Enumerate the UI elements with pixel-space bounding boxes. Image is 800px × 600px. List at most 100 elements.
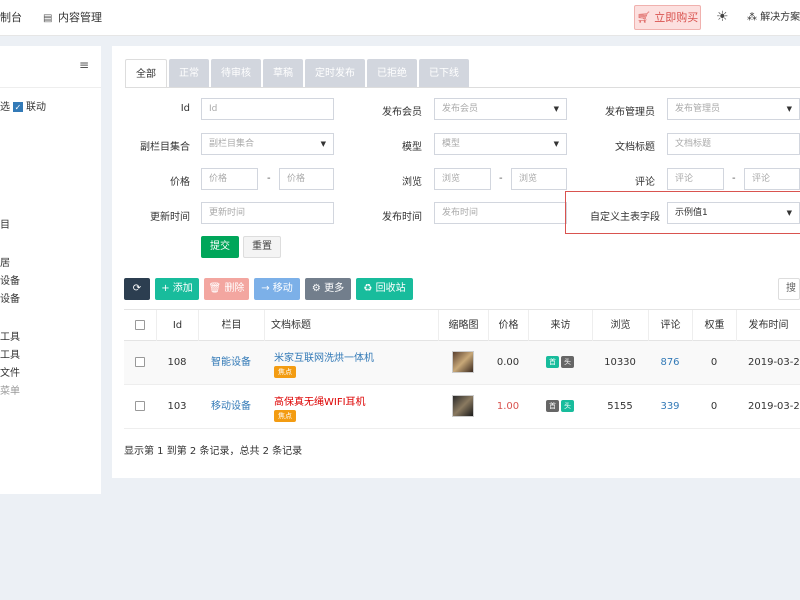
trash-icon: 🗑︎: [208, 283, 222, 294]
solutions-menu[interactable]: ⁂ 解决方案: [747, 0, 800, 36]
row-publish-time: 2019-03-27: [748, 401, 800, 412]
range-dash: -: [267, 173, 271, 184]
tab-normal[interactable]: 正常: [169, 59, 209, 88]
tab-dashboard[interactable]: 制台: [0, 0, 22, 36]
comments-to-input[interactable]: 评论: [744, 168, 800, 190]
row-weight: 0: [710, 357, 718, 368]
publisher-label: 发布会员: [382, 107, 422, 118]
col-thumbnail: 缩略图: [438, 310, 488, 342]
move-button[interactable]: → 移动: [254, 278, 300, 300]
delete-button[interactable]: 🗑︎ 删除: [204, 278, 249, 300]
tab-content-management[interactable]: ▤ 内容管理: [43, 0, 102, 36]
source-tag[interactable]: 首: [546, 400, 559, 412]
linked-checkbox-row[interactable]: 选 ✓ 联动: [0, 98, 46, 113]
sidebar-item[interactable]: 工具: [0, 328, 20, 343]
row-comments-link[interactable]: 876: [648, 341, 692, 385]
row-checkbox[interactable]: [135, 401, 145, 411]
comments-from-input[interactable]: 评论: [667, 168, 724, 190]
id-input[interactable]: Id: [201, 98, 334, 120]
more-button[interactable]: ⚙ 更多: [305, 278, 351, 300]
price-to-input[interactable]: 价格: [279, 168, 334, 190]
sidebar-item-label: 设备: [0, 294, 20, 305]
published-time-label: 发布时间: [382, 212, 422, 223]
tab-scheduled[interactable]: 定时发布: [305, 59, 365, 88]
recycle-label: 回收站: [375, 283, 406, 294]
tab-all[interactable]: 全部: [125, 59, 167, 88]
reset-button[interactable]: 重置: [243, 236, 281, 258]
select-all-checkbox[interactable]: [135, 320, 145, 330]
add-label: 添加: [172, 283, 193, 294]
row-checkbox[interactable]: [135, 357, 145, 367]
sidebar-item[interactable]: 目: [0, 216, 10, 231]
subcategory-select[interactable]: 副栏目集合: [201, 133, 334, 155]
row-views: 10330: [604, 357, 636, 368]
search-input[interactable]: 搜: [778, 278, 800, 300]
source-tag[interactable]: 头: [561, 400, 574, 412]
recycle-bin-button[interactable]: ♻ 回收站: [356, 278, 413, 300]
col-views[interactable]: 浏览: [592, 310, 648, 342]
sidebar-header: ≡: [0, 46, 101, 88]
row-title-cell: 米家互联网洗烘一体机 焦点: [264, 341, 438, 385]
thumbnail-image[interactable]: [452, 351, 474, 373]
checkbox-icon[interactable]: ✓: [13, 102, 23, 112]
row-title-link[interactable]: 米家互联网洗烘一体机: [274, 349, 438, 364]
sidebar-item-label: 工具: [0, 350, 20, 361]
source-tag[interactable]: 头: [561, 356, 574, 368]
sidebar-item[interactable]: 文件: [0, 364, 20, 379]
hamburger-icon[interactable]: ≡: [79, 58, 89, 72]
views-to-input[interactable]: 浏览: [511, 168, 567, 190]
sidebar-item[interactable]: 菜单: [0, 382, 20, 397]
source-tag[interactable]: 首: [546, 356, 559, 368]
doc-title-input[interactable]: 文档标题: [667, 133, 800, 155]
row-category-link[interactable]: 智能设备: [198, 341, 264, 385]
sidebar-item[interactable]: 设备: [0, 290, 20, 305]
tab-rejected[interactable]: 已拒绝: [367, 59, 417, 88]
buy-now-button[interactable]: 🛒︎ 立即购买: [634, 5, 701, 30]
sidebar-item-label: 文件: [0, 368, 20, 379]
submit-button[interactable]: 提交: [201, 236, 239, 258]
sidebar-item[interactable]: 工具: [0, 346, 20, 361]
refresh-button[interactable]: ⟳: [124, 278, 150, 300]
tab-offline[interactable]: 已下线: [419, 59, 469, 88]
arrow-right-icon: →: [261, 283, 270, 294]
price-from-input[interactable]: 价格: [201, 168, 258, 190]
col-id[interactable]: Id: [156, 310, 198, 342]
col-comments[interactable]: 评论: [648, 310, 692, 342]
thumbnail-image[interactable]: [452, 395, 474, 417]
plus-icon: +: [161, 283, 170, 294]
publisher-select[interactable]: 发布会员: [434, 98, 567, 120]
tab-draft[interactable]: 草稿: [263, 59, 303, 88]
row-category-link[interactable]: 移动设备: [198, 385, 264, 429]
admin-select[interactable]: 发布管理员: [667, 98, 800, 120]
row-checkbox-cell[interactable]: [124, 341, 156, 385]
select-all-cell[interactable]: [124, 310, 156, 342]
add-button[interactable]: + 添加: [155, 278, 199, 300]
col-price[interactable]: 价格: [488, 310, 528, 342]
custom-field-select[interactable]: 示例值1: [667, 202, 800, 224]
row-source-tags: 首头: [528, 385, 592, 429]
published-time-input[interactable]: 发布时间: [434, 202, 567, 224]
sidebar-item-label: 设备: [0, 276, 20, 287]
sidebar-item-label: 工具: [0, 332, 20, 343]
table-row[interactable]: 108 智能设备 米家互联网洗烘一体机 焦点 0.00 首头 10330 876…: [124, 341, 800, 385]
model-label: 模型: [402, 142, 422, 153]
table-row[interactable]: 103 移动设备 高保真无绳WIFI耳机 焦点 1.00 首头 5155 339…: [124, 385, 800, 429]
id-label: Id: [180, 103, 190, 114]
delete-label: 删除: [224, 283, 245, 294]
col-publish-time[interactable]: 发布时间: [736, 310, 800, 342]
row-title-link[interactable]: 高保真无绳WIFI耳机: [274, 393, 438, 408]
row-checkbox-cell[interactable]: [124, 385, 156, 429]
sidebar-item[interactable]: 设备: [0, 272, 20, 287]
sidebar-item[interactable]: 居: [0, 254, 10, 269]
theme-toggle-icon[interactable]: ☀: [716, 9, 729, 25]
tab-content-management-label: 内容管理: [58, 11, 102, 24]
sidebar-item-label: 菜单: [0, 386, 20, 397]
tab-pending[interactable]: 待审核: [211, 59, 261, 88]
views-from-input[interactable]: 浏览: [434, 168, 491, 190]
updated-time-input[interactable]: 更新时间: [201, 202, 334, 224]
gear-icon: ⚙: [311, 283, 321, 294]
top-navbar: 制台 ▤ 内容管理 🛒︎ 立即购买 ☀ ⁂ 解决方案: [0, 0, 800, 36]
model-select[interactable]: 模型: [434, 133, 567, 155]
col-weight[interactable]: 权重: [692, 310, 736, 342]
row-comments-link[interactable]: 339: [648, 385, 692, 429]
